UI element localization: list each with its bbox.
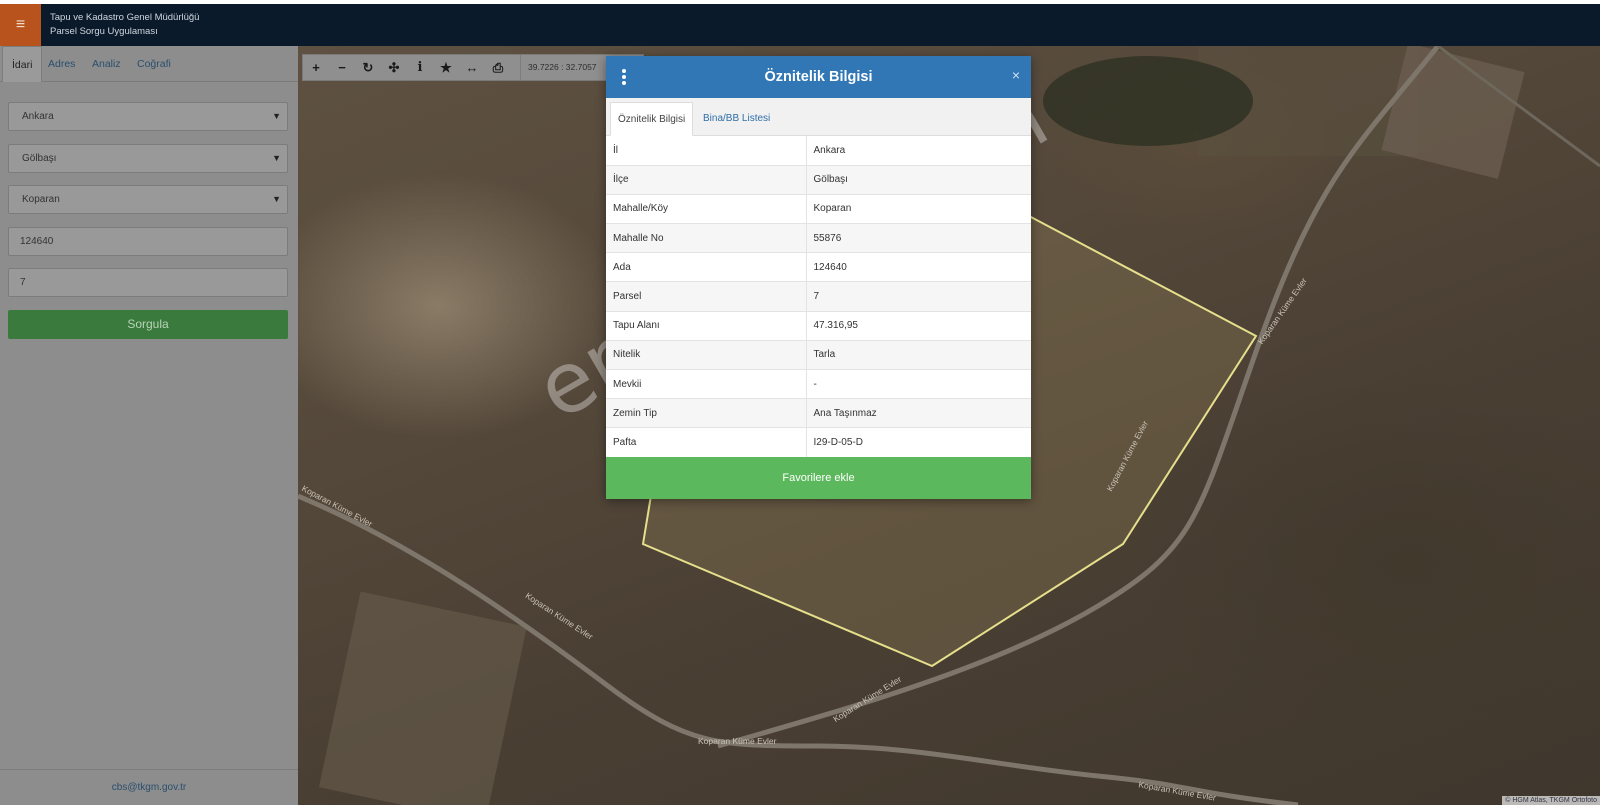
tab-adres[interactable]: Adres (48, 46, 75, 82)
table-row: Mahalle No 55876 (606, 223, 1031, 254)
attribute-table: İl Ankara İlçe Gölbaşı Mahalle/Köy Koparan … (606, 136, 1031, 458)
table-row: Mahalle/Köy Koparan (606, 194, 1031, 225)
org-name: Tapu ve Kadastro Genel Müdürlüğü (50, 12, 200, 23)
attr-value: Ana Taşınmaz (806, 398, 1031, 429)
attr-key: Ada (606, 252, 807, 283)
chevron-down-icon: ▼ (272, 153, 281, 163)
attr-value: I29-D-05-D (806, 427, 1031, 458)
ada-input[interactable]: 124640 (8, 227, 288, 256)
attr-value: Ankara (806, 136, 1031, 166)
attr-key: Mahalle No (606, 223, 807, 254)
refresh-icon[interactable]: ↻ (355, 55, 381, 80)
modal-title: Öznitelik Bilgisi (764, 69, 873, 85)
sidebar-tabs: İdari Adres Analiz Coğrafi (0, 46, 298, 82)
table-row: İl Ankara (606, 136, 1031, 166)
tab-idari[interactable]: İdari (2, 46, 43, 82)
ilce-select[interactable]: Gölbaşı ▼ (8, 144, 288, 173)
tab-analiz[interactable]: Analiz (92, 46, 121, 82)
attr-key: Nitelik (606, 340, 807, 371)
field-patch (318, 591, 527, 805)
table-row: Parsel 7 (606, 281, 1031, 312)
mahalle-select[interactable]: Koparan ▼ (8, 185, 288, 214)
map-attribution[interactable]: © HGM Atlas, TKGM Ortofoto (1502, 796, 1600, 805)
il-select[interactable]: Ankara ▼ (8, 102, 288, 131)
attr-value: Gölbaşı (806, 165, 1031, 195)
zoom-out-icon[interactable]: − (329, 55, 355, 80)
tab-cografi[interactable]: Coğrafi (137, 46, 171, 82)
attr-key: Mevkii (606, 369, 807, 400)
measure-icon[interactable]: ↔ (459, 55, 485, 80)
il-select-value: Ankara (22, 111, 54, 122)
chevron-down-icon: ▼ (272, 111, 281, 121)
print-icon[interactable]: ⎙ (485, 55, 511, 80)
app-root: ≡ Tapu ve Kadastro Genel Müdürlüğü Parse… (0, 4, 1600, 805)
tab-bina-bb-listesi[interactable]: Bina/BB Listesi (703, 102, 770, 136)
ilce-select-value: Gölbaşı (22, 153, 57, 164)
table-row: Ada 124640 (606, 252, 1031, 283)
attr-key: İl (606, 136, 807, 166)
tree-cluster (1043, 56, 1253, 146)
attr-key: Mahalle/Köy (606, 194, 807, 225)
zoom-in-icon[interactable]: + (303, 55, 329, 80)
table-row: İlçe Gölbaşı (606, 165, 1031, 195)
info-icon[interactable]: i (407, 55, 433, 80)
attr-value: 55876 (806, 223, 1031, 254)
modal-tabs: Öznitelik Bilgisi Bina/BB Listesi (606, 98, 1031, 136)
tab-oznitelik-bilgisi[interactable]: Öznitelik Bilgisi (610, 102, 694, 136)
star-icon[interactable]: ★ (433, 55, 459, 80)
add-favorite-button[interactable]: Favorilere ekle (606, 457, 1031, 499)
attr-value: 7 (806, 281, 1031, 312)
attr-key: İlçe (606, 165, 807, 195)
contact-email-link[interactable]: cbs@tkgm.gov.tr (0, 769, 298, 805)
road-label: Koparan Küme Evler (698, 736, 777, 746)
attr-key: Zemin Tip (606, 398, 807, 429)
parsel-input[interactable]: 7 (8, 268, 288, 297)
attr-value: - (806, 369, 1031, 400)
attr-key: Parsel (606, 281, 807, 312)
hamburger-menu-icon[interactable]: ≡ (0, 4, 41, 46)
chevron-down-icon: ▼ (272, 194, 281, 204)
attr-key: Pafta (606, 427, 807, 458)
sorgula-button[interactable]: Sorgula (8, 310, 288, 339)
attr-value: Koparan (806, 194, 1031, 225)
app-name: Parsel Sorgu Uygulaması (50, 26, 158, 37)
mahalle-select-value: Koparan (22, 194, 60, 205)
locate-icon[interactable]: ✣ (381, 55, 407, 80)
attr-value: Tarla (806, 340, 1031, 371)
table-row: Mevkii - (606, 369, 1031, 400)
map-toolbar: + − ↻ ✣ i ★ ↔ ⎙ 39.7226 : 32.7057 (302, 54, 644, 81)
table-row: Zemin Tip Ana Taşınmaz (606, 398, 1031, 429)
attr-value: 47.316,95 (806, 311, 1031, 341)
attr-value: 124640 (806, 252, 1031, 283)
table-row: Pafta I29-D-05-D (606, 427, 1031, 458)
table-row: Tapu Alanı 47.316,95 (606, 311, 1031, 341)
sidebar: İdari Adres Analiz Coğrafi Ankara ▼ Gölb… (0, 46, 298, 805)
field-patch (1381, 46, 1525, 179)
attribute-modal: Öznitelik Bilgisi × Öznitelik Bilgisi Bi… (606, 56, 1031, 499)
modal-header: Öznitelik Bilgisi × (606, 56, 1031, 98)
close-icon[interactable]: × (1012, 67, 1020, 83)
app-header: ≡ Tapu ve Kadastro Genel Müdürlüğü Parse… (0, 4, 1600, 46)
header-title: Tapu ve Kadastro Genel Müdürlüğü Parsel … (50, 11, 199, 39)
coordinate-readout: 39.7226 : 32.7057 (520, 55, 597, 80)
attr-key: Tapu Alanı (606, 311, 807, 341)
table-row: Nitelik Tarla (606, 340, 1031, 371)
